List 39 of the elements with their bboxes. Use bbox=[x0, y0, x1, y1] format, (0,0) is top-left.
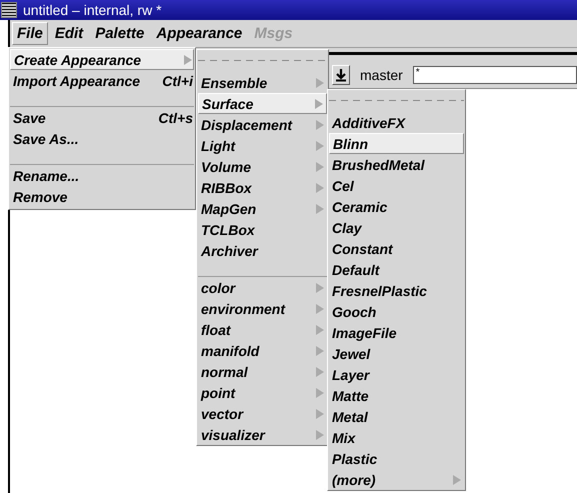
menu-item[interactable]: ImageFile bbox=[329, 322, 464, 343]
menu-item[interactable]: BrushedMetal bbox=[329, 154, 464, 175]
shortcut-text: Ctl+i bbox=[162, 72, 193, 88]
menu-item[interactable]: Rename... bbox=[10, 165, 194, 186]
menu-item[interactable]: Matte bbox=[329, 385, 464, 406]
menu-item[interactable]: AdditiveFX bbox=[329, 112, 464, 133]
menu-item[interactable]: Plastic bbox=[329, 448, 464, 469]
menu-item[interactable]: Save Ctl+s bbox=[10, 107, 194, 128]
window-menu-icon[interactable] bbox=[1, 2, 17, 18]
menu-item[interactable]: File bbox=[12, 22, 48, 45]
menu-item[interactable]: Cel bbox=[329, 175, 464, 196]
menu-item[interactable]: Create Appearance bbox=[10, 49, 194, 70]
menu-item[interactable]: FresnelPlastic bbox=[329, 280, 464, 301]
menu-item[interactable]: Constant bbox=[329, 238, 464, 259]
menu-item[interactable]: Appearance bbox=[151, 22, 248, 45]
menu-item[interactable]: Layer bbox=[329, 364, 464, 385]
master-field[interactable]: * bbox=[412, 66, 577, 84]
menu-item[interactable]: Ceramic bbox=[329, 196, 464, 217]
menu-item[interactable]: Gooch bbox=[329, 301, 464, 322]
menu-item[interactable]: Blinn bbox=[329, 133, 464, 154]
menu-item[interactable]: Mix bbox=[329, 427, 464, 448]
menu-item[interactable]: Save As... bbox=[10, 128, 194, 149]
menu-item[interactable]: Import Appearance Ctl+i bbox=[10, 70, 194, 91]
menu-item[interactable]: Palette bbox=[90, 22, 150, 45]
download-button[interactable] bbox=[332, 65, 350, 85]
menu-item[interactable]: (more) bbox=[329, 469, 464, 490]
menu-item[interactable]: Default bbox=[329, 259, 464, 280]
menu-item[interactable]: Archiver bbox=[198, 240, 327, 261]
down-arrow-icon bbox=[335, 68, 347, 82]
menu-item[interactable]: TCLBox bbox=[198, 219, 327, 240]
menu-item[interactable]: Clay bbox=[329, 217, 464, 238]
window-title: untitled – internal, rw * bbox=[23, 2, 162, 18]
shortcut-text: Ctl+s bbox=[158, 110, 193, 126]
master-label: master bbox=[360, 67, 403, 83]
menu-item[interactable]: Surface bbox=[198, 93, 327, 114]
menu-item[interactable]: Jewel bbox=[329, 343, 464, 364]
menu-item[interactable]: Edit bbox=[50, 22, 88, 45]
menu-item[interactable]: Metal bbox=[329, 406, 464, 427]
menu-item[interactable]: Remove bbox=[10, 186, 194, 207]
